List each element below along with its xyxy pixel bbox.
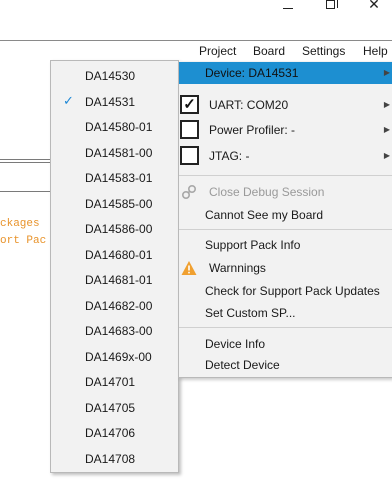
- submenu-arrow-icon: ▶: [383, 151, 390, 160]
- menu-board[interactable]: Board: [253, 44, 285, 58]
- device-info-menu-item[interactable]: Device Info: [179, 334, 392, 356]
- restore-icon: [325, 0, 338, 9]
- checkbox-checked-icon: ✓: [180, 95, 199, 114]
- device-option[interactable]: DA14683-00: [51, 320, 178, 342]
- maximize-button[interactable]: [318, 0, 342, 14]
- device-option[interactable]: DA14580-01: [51, 116, 178, 138]
- device-option-label: DA14586-00: [85, 222, 153, 236]
- device-option-label: DA1469x-00: [85, 350, 152, 364]
- device-option[interactable]: DA14706: [51, 422, 178, 444]
- device-option[interactable]: DA14583-01: [51, 167, 178, 189]
- check-updates-menu-item[interactable]: Check for Support Pack Updates: [179, 281, 392, 303]
- device-option[interactable]: DA14705: [51, 397, 178, 419]
- menu-help[interactable]: Help: [363, 44, 388, 58]
- detect-device-label: Detect Device: [205, 358, 280, 372]
- warning-icon: [181, 261, 197, 275]
- device-option-label: DA14706: [85, 426, 136, 440]
- menu-separator: [179, 175, 392, 176]
- close-debug-label: Close Debug Session: [209, 185, 325, 199]
- jtag-menu-item[interactable]: JTAG: - ▶: [179, 145, 392, 167]
- device-option[interactable]: DA14708: [51, 448, 178, 470]
- support-pack-info-label: Support Pack Info: [205, 238, 301, 252]
- menu-settings[interactable]: Settings: [302, 44, 345, 58]
- detect-device-menu-item[interactable]: Detect Device: [179, 356, 392, 378]
- device-option-label: DA14705: [85, 401, 136, 415]
- log-line: ort Pac: [0, 235, 47, 247]
- minimize-button[interactable]: [276, 0, 300, 14]
- device-option-label: DA14681-01: [85, 273, 153, 287]
- device-option-label: DA14680-01: [85, 248, 153, 262]
- device-menu-label: Device: DA14531: [205, 66, 299, 80]
- device-option[interactable]: DA14680-01: [51, 244, 178, 266]
- device-list-menu: DA14530 ✓ DA14531 DA14580-01 DA14581-00 D…: [50, 60, 179, 473]
- device-option-label: DA14683-00: [85, 324, 153, 338]
- device-option-label: DA14580-01: [85, 120, 153, 134]
- device-option[interactable]: DA14682-00: [51, 295, 178, 317]
- submenu-arrow-icon: ▶: [383, 125, 390, 134]
- device-option-label: DA14585-00: [85, 197, 153, 211]
- board-menu: Device: DA14531 ▶ ✓ UART: COM20 ▶ Power …: [178, 61, 392, 378]
- device-option-selected[interactable]: ✓ DA14531: [51, 91, 178, 113]
- device-option[interactable]: DA14585-00: [51, 193, 178, 215]
- uart-menu-item[interactable]: ✓ UART: COM20 ▶: [179, 94, 392, 116]
- support-pack-info-menu-item[interactable]: Support Pack Info: [179, 235, 392, 255]
- disconnect-icon: [181, 184, 197, 200]
- device-option[interactable]: DA14586-00: [51, 218, 178, 240]
- menu-separator: [179, 229, 392, 230]
- device-option[interactable]: DA14681-01: [51, 269, 178, 291]
- device-option-label: DA14708: [85, 452, 136, 466]
- close-debug-menu-item: Close Debug Session: [179, 182, 392, 202]
- checkbox-unchecked-icon: [180, 146, 199, 165]
- submenu-arrow-icon: ▶: [383, 100, 390, 109]
- uart-label: UART: COM20: [209, 98, 289, 112]
- minimize-icon: [283, 8, 293, 9]
- menu-project[interactable]: Project: [199, 44, 236, 58]
- set-custom-sp-label: Set Custom SP...: [205, 306, 296, 320]
- checkmark-icon: ✓: [63, 93, 74, 108]
- power-profiler-label: Power Profiler: -: [209, 123, 296, 137]
- jtag-label: JTAG: -: [209, 149, 250, 163]
- menu-separator: [179, 327, 392, 328]
- device-menu-item[interactable]: Device: DA14531 ▶: [179, 62, 392, 84]
- device-option-label: DA14530: [85, 69, 136, 83]
- menubar: Project Board Settings Help: [0, 40, 392, 60]
- checkbox-unchecked-icon: [180, 120, 199, 139]
- device-option[interactable]: DA14581-00: [51, 142, 178, 164]
- device-option[interactable]: DA14701: [51, 371, 178, 393]
- set-custom-sp-menu-item[interactable]: Set Custom SP...: [179, 303, 392, 325]
- device-option-label: DA14531: [85, 95, 136, 109]
- device-option-label: DA14701: [85, 375, 136, 389]
- device-option-label: DA14583-01: [85, 171, 153, 185]
- device-option[interactable]: DA14530: [51, 65, 178, 87]
- device-info-label: Device Info: [205, 337, 266, 351]
- warnings-label: Warnnings: [209, 261, 266, 275]
- submenu-arrow-icon: ▶: [383, 68, 390, 77]
- warnings-menu-item[interactable]: Warnnings: [179, 257, 392, 279]
- close-icon: ✕: [368, 0, 380, 12]
- power-profiler-menu-item[interactable]: Power Profiler: - ▶: [179, 119, 392, 141]
- close-button[interactable]: ✕: [362, 0, 386, 14]
- log-line: ckages: [0, 218, 40, 230]
- device-option[interactable]: DA1469x-00: [51, 346, 178, 368]
- device-option-label: DA14682-00: [85, 299, 153, 313]
- device-option-label: DA14581-00: [85, 146, 153, 160]
- check-updates-label: Check for Support Pack Updates: [205, 284, 380, 298]
- cannot-see-board-label: Cannot See my Board: [205, 208, 324, 222]
- cannot-see-board-menu-item[interactable]: Cannot See my Board: [179, 204, 392, 226]
